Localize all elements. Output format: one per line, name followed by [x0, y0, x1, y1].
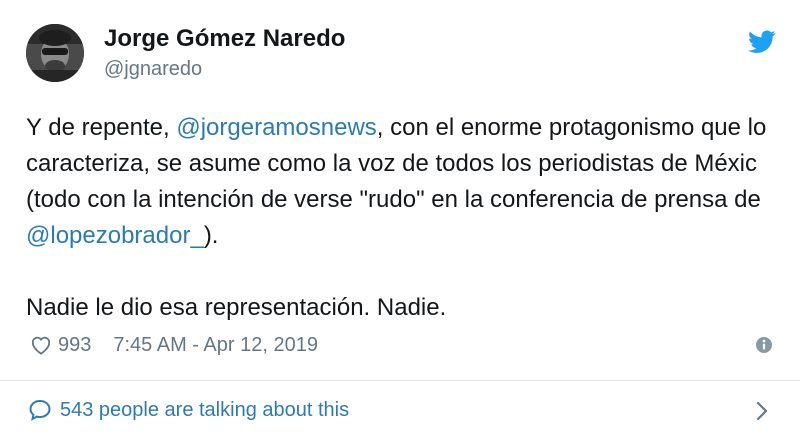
tweet-paragraph-2: Nadie le dio esa representación. Nadie.	[26, 294, 447, 321]
divider	[0, 380, 800, 381]
avatar-image	[26, 24, 84, 82]
like-count[interactable]: 993	[58, 334, 91, 357]
conversation-label[interactable]: 543 people are talking about this	[60, 399, 349, 422]
mention-link[interactable]: @jorgeramosnews	[176, 114, 376, 141]
display-name[interactable]: Jorge Gómez Naredo	[104, 25, 345, 53]
speech-bubble-icon	[29, 399, 51, 421]
chevron-right-icon[interactable]	[756, 401, 768, 421]
tweet-text: Y de repente, @jorgeramosnews, con el en…	[26, 110, 786, 326]
heart-icon[interactable]	[30, 335, 52, 355]
info-icon[interactable]	[755, 336, 773, 354]
embedded-tweet: Jorge Gómez Naredo @jgnaredo Y de repent…	[0, 0, 800, 436]
twitter-bird-icon[interactable]	[748, 30, 776, 54]
tweet-meta: 993 7:45 AM - Apr 12, 2019	[30, 331, 318, 359]
tweet-timestamp[interactable]: 7:45 AM - Apr 12, 2019	[113, 334, 318, 357]
tweet-paragraph-1: Y de repente, @jorgeramosnews, con el en…	[26, 110, 786, 254]
text-segment: Y de repente,	[26, 114, 177, 141]
mention-link[interactable]: @lopezobrador_	[26, 222, 204, 249]
conversation-link[interactable]: 543 people are talking about this	[28, 396, 349, 424]
user-handle[interactable]: @jgnaredo	[104, 58, 202, 81]
text-segment: ).	[203, 222, 219, 249]
avatar[interactable]	[26, 24, 84, 82]
